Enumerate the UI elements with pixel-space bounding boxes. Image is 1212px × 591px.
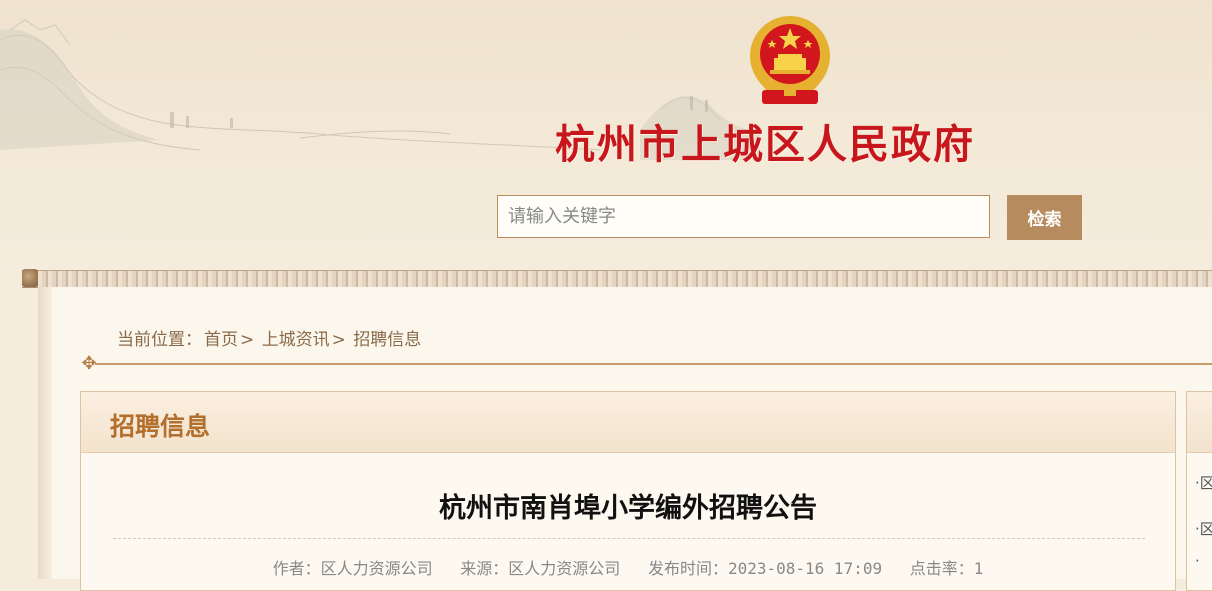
breadcrumb: 当前位置： 首页 > 上城资讯 > 招聘信息 [117, 325, 423, 350]
page-header: 杭州市上城区人民政府 检索 [0, 0, 1212, 270]
side-list-item[interactable]: ·区 [1195, 518, 1212, 539]
article-meta: 作者：区人力资源公司 来源：区人力资源公司 发布时间：2023-08-16 17… [81, 555, 1175, 579]
published-label: 发布时间： [647, 559, 728, 578]
scroll-knob-ornament [22, 269, 38, 287]
clicks-value: 1 [973, 559, 984, 578]
breadcrumb-link-recruitment[interactable]: 招聘信息 [353, 330, 421, 350]
breadcrumb-prefix: 当前位置： [117, 330, 202, 350]
landscape-background-illustration [0, 19, 760, 160]
author-label: 作者： [272, 559, 321, 578]
source-label: 来源： [460, 559, 509, 578]
author-value: 区人力资源公司 [320, 559, 433, 578]
side-panel: ·区 ·区 · [1186, 391, 1212, 591]
panel-title: 招聘信息 [110, 412, 211, 441]
divider-line [95, 363, 1212, 365]
breadcrumb-separator: > [240, 330, 255, 350]
search-input[interactable] [497, 195, 990, 238]
breadcrumb-link-home[interactable]: 首页 [204, 330, 238, 350]
site-title: 杭州市上城区人民政府 [555, 121, 975, 168]
source-value: 区人力资源公司 [508, 559, 621, 578]
side-panel-header [1187, 392, 1212, 453]
national-emblem-logo [750, 16, 830, 104]
article-divider [113, 538, 1145, 539]
paper-edge [38, 287, 52, 579]
side-list-item[interactable]: ·区 [1195, 472, 1212, 493]
search-button[interactable]: 检索 [1007, 195, 1082, 240]
scroll-top-rod [22, 270, 1212, 288]
article-panel: 招聘信息 杭州市南肖埠小学编外招聘公告 作者：区人力资源公司 来源：区人力资源公… [80, 391, 1176, 591]
clicks-label: 点击率： [909, 559, 974, 578]
published-value: 2023-08-16 17:09 [727, 559, 883, 578]
breadcrumb-separator: > [331, 330, 346, 350]
panel-header: 招聘信息 [81, 392, 1175, 453]
breadcrumb-link-news[interactable]: 上城资讯 [262, 330, 330, 350]
side-list-item[interactable]: · [1195, 552, 1200, 570]
article-title: 杭州市南肖埠小学编外招聘公告 [439, 493, 817, 524]
